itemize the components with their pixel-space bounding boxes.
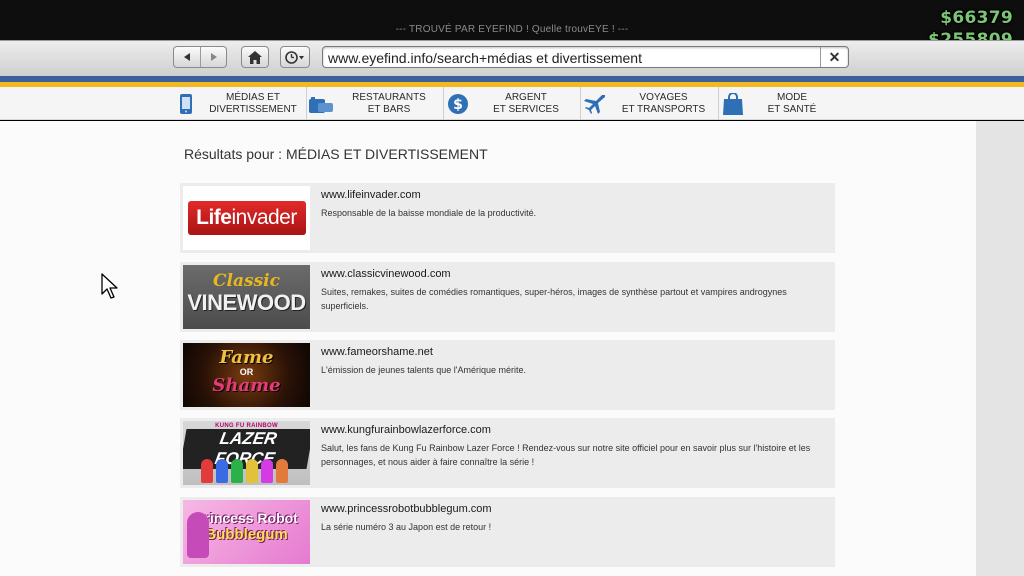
home-button[interactable]: [241, 46, 269, 68]
shopping-bag-icon: [719, 87, 747, 120]
lazer-force-logo[interactable]: KUNG FU RAINBOW LAZER FORCE: [183, 421, 310, 485]
airplane-icon: [581, 87, 609, 120]
classic-vinewood-logo[interactable]: Classic VINEWOOD: [183, 265, 310, 329]
result-description: Suites, remakes, suites de comédies roma…: [321, 287, 787, 311]
result-url[interactable]: www.lifeinvader.com: [321, 189, 421, 201]
lifeinvader-logo[interactable]: Life invader: [183, 186, 310, 250]
category-label: RESTAURANTS ET BARS: [352, 91, 426, 115]
back-arrow-icon: [184, 53, 190, 61]
window-title: --- TROUVÉ PAR EYEFIND ! Quelle trouvEYE…: [395, 24, 629, 35]
result-item-kungfurainbow[interactable]: KUNG FU RAINBOW LAZER FORCE www.kungfura…: [180, 418, 835, 488]
category-nav: MÉDIAS ET DIVERTISSEMENT RESTAURANTS ET …: [0, 87, 1024, 120]
dollar-coin-icon: $: [444, 87, 472, 120]
result-url[interactable]: www.classicvinewood.com: [321, 268, 451, 280]
princess-robot-bubblegum-logo[interactable]: Princess Robot Bubblegum: [183, 500, 310, 564]
result-item-lifeinvader[interactable]: Life invader www.lifeinvader.com Responsa…: [180, 183, 835, 253]
home-icon: [248, 50, 262, 64]
result-description: Salut, les fans de Kung Fu Rainbow Lazer…: [321, 443, 811, 467]
close-icon: ✕: [828, 48, 841, 65]
category-restaurants-bars[interactable]: RESTAURANTS ET BARS: [307, 87, 444, 120]
fame-or-shame-logo[interactable]: Fame OR Shame: [183, 343, 310, 407]
category-label: MÉDIAS ET DIVERTISSEMENT: [209, 91, 297, 115]
mouse-cursor-icon: [101, 273, 118, 299]
restaurant-icon: [307, 87, 335, 120]
category-label: VOYAGES ET TRANSPORTS: [621, 91, 706, 115]
result-description: La série numéro 3 au Japon est de retour…: [321, 522, 492, 532]
category-mode-sante[interactable]: MODE ET SANTÉ: [719, 87, 837, 120]
forward-button[interactable]: [200, 47, 226, 67]
clock-icon: [285, 50, 304, 64]
clear-address-button[interactable]: ✕: [820, 47, 848, 67]
result-url[interactable]: www.fameorshame.net: [321, 346, 433, 358]
cash-amount: $66379: [940, 8, 1013, 28]
history-button[interactable]: [280, 46, 310, 68]
forward-arrow-icon: [210, 53, 217, 61]
address-input[interactable]: [328, 49, 818, 66]
navigation-buttons: [173, 46, 227, 68]
result-item-princessrobot[interactable]: Princess Robot Bubblegum www.princessrob…: [180, 497, 835, 567]
result-description: Responsable de la baisse mondiale de la …: [321, 208, 537, 218]
chevron-down-icon: [299, 55, 304, 59]
category-medias-divertissement[interactable]: MÉDIAS ET DIVERTISSEMENT: [172, 87, 307, 120]
category-label: ARGENT ET SERVICES: [493, 91, 559, 115]
category-voyages-transports[interactable]: VOYAGES ET TRANSPORTS: [581, 87, 719, 120]
category-label: MODE ET SANTÉ: [767, 91, 817, 115]
scrollbar[interactable]: [976, 121, 1024, 576]
address-bar: ✕: [322, 46, 849, 68]
window-title-bar: --- TROUVÉ PAR EYEFIND ! Quelle trouvEYE…: [0, 0, 1024, 40]
result-url[interactable]: www.princessrobotbubblegum.com: [321, 503, 492, 515]
result-description: L'émission de jeunes talents que l'Améri…: [321, 365, 527, 375]
result-url[interactable]: www.kungfurainbowlazerforce.com: [321, 424, 491, 436]
result-item-classicvinewood[interactable]: Classic VINEWOOD www.classicvinewood.com…: [180, 262, 835, 332]
category-argent-services[interactable]: $ ARGENT ET SERVICES: [444, 87, 581, 120]
results-heading: Résultats pour : MÉDIAS ET DIVERTISSEMEN…: [184, 146, 488, 162]
back-button[interactable]: [174, 47, 200, 67]
result-item-fameorshame[interactable]: Fame OR Shame www.fameorshame.net L'émis…: [180, 340, 835, 410]
svg-text:$: $: [453, 97, 463, 113]
phone-icon: [172, 87, 200, 120]
